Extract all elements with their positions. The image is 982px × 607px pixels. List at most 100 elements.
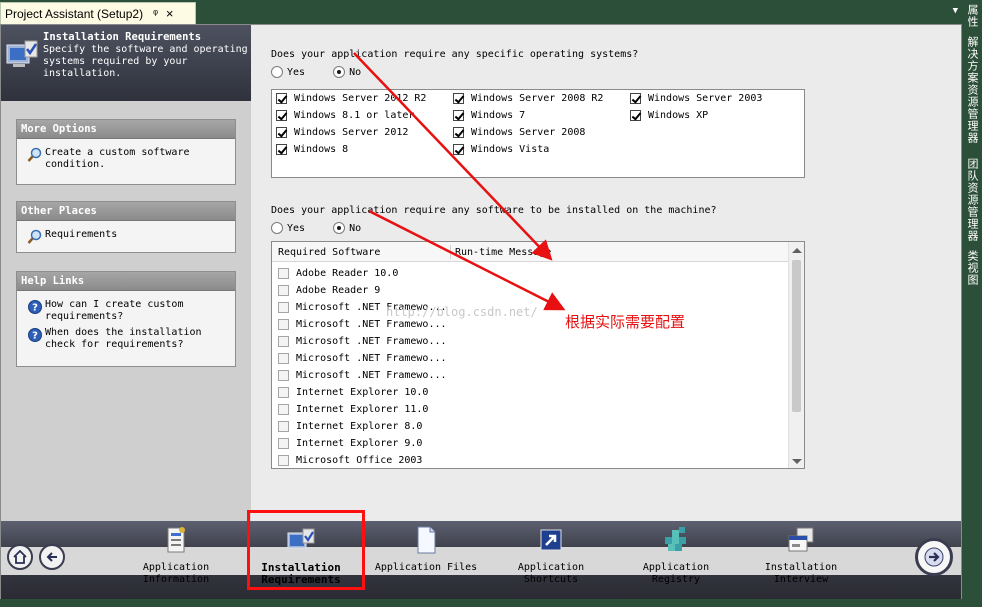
vertical-scrollbar[interactable] xyxy=(788,242,804,468)
table-row[interactable]: Microsoft .NET Framewo... xyxy=(278,336,447,347)
tab-project-assistant[interactable]: Project Assistant (Setup2) ᵠ × xyxy=(0,2,196,24)
checkbox[interactable] xyxy=(278,438,289,449)
os-yes-radio[interactable] xyxy=(271,66,283,78)
nav-label: Application Shortcuts xyxy=(517,562,585,585)
software-no-label[interactable]: No xyxy=(349,223,361,234)
table-row[interactable]: Adobe Reader 9 xyxy=(278,285,380,296)
tab-dropdown-icon[interactable]: ▼ xyxy=(953,6,958,16)
os-label: Windows Server 2003 xyxy=(648,93,763,104)
table-row[interactable]: Internet Explorer 8.0 xyxy=(278,421,422,432)
panel-title: More Options xyxy=(17,120,235,139)
checkbox[interactable] xyxy=(278,302,289,313)
column-divider[interactable] xyxy=(450,245,451,259)
os-item[interactable]: Windows Server 2012 xyxy=(276,127,408,138)
application-registry-icon xyxy=(665,527,686,551)
home-button[interactable] xyxy=(7,544,33,570)
checkbox[interactable] xyxy=(453,110,464,121)
software-name: Microsoft .NET Framewo... xyxy=(296,336,447,347)
back-button[interactable] xyxy=(39,544,65,570)
checkbox[interactable] xyxy=(276,93,287,104)
os-no-label[interactable]: No xyxy=(349,67,361,78)
close-tab-icon[interactable]: × xyxy=(166,6,174,21)
table-row[interactable]: Internet Explorer 10.0 xyxy=(278,387,428,398)
checkbox[interactable] xyxy=(278,319,289,330)
checkbox[interactable] xyxy=(278,285,289,296)
checkbox[interactable] xyxy=(453,144,464,155)
help-link-check-timing[interactable]: ? When does the installation check for r… xyxy=(17,327,235,351)
os-item[interactable]: Windows 8 xyxy=(276,144,348,155)
link-label: Requirements xyxy=(45,229,118,240)
checkbox[interactable] xyxy=(278,404,289,415)
link-label: Create a custom software condition. xyxy=(45,147,190,170)
software-name: Microsoft .NET Framewo... xyxy=(296,319,447,330)
os-label: Windows 8.1 or later xyxy=(294,110,415,121)
tab-solution-explorer[interactable]: 解决方案资源管理器 xyxy=(966,36,979,144)
software-no-radio[interactable] xyxy=(333,222,346,234)
tab-properties[interactable]: 属性 xyxy=(966,4,979,28)
checkbox[interactable] xyxy=(276,144,287,155)
scroll-thumb[interactable] xyxy=(792,260,801,412)
checkbox[interactable] xyxy=(276,110,287,121)
next-button[interactable] xyxy=(915,538,953,576)
os-item[interactable]: Windows 7 xyxy=(453,110,525,121)
table-row[interactable]: Internet Explorer 11.0 xyxy=(278,404,428,415)
os-item[interactable]: Windows XP xyxy=(630,110,708,121)
scroll-down-icon[interactable] xyxy=(792,459,802,464)
application-shortcuts-icon xyxy=(540,529,562,551)
checkbox[interactable] xyxy=(278,421,289,432)
requirements-link[interactable]: Requirements xyxy=(17,229,235,244)
checkbox[interactable] xyxy=(453,127,464,138)
os-item[interactable]: Windows Vista xyxy=(453,144,549,155)
nav-application-files[interactable]: Application Files xyxy=(371,525,481,574)
checkbox[interactable] xyxy=(276,127,287,138)
annotation-text: 根据实际需要配置 xyxy=(565,313,686,331)
os-item[interactable]: Windows Server 2008 xyxy=(453,127,585,138)
next-arrow-icon xyxy=(924,547,944,567)
table-row[interactable]: Microsoft .NET Framewo... xyxy=(278,319,447,330)
nav-installation-interview[interactable]: Installation Interview xyxy=(746,525,856,586)
os-item[interactable]: Windows Server 2008 R2 xyxy=(453,93,603,104)
os-item[interactable]: Windows 8.1 or later xyxy=(276,110,414,121)
table-row[interactable]: Microsoft .NET Framewo... xyxy=(278,370,447,381)
nav-application-shortcuts[interactable]: Application Shortcuts xyxy=(496,525,606,586)
nav-application-registry[interactable]: Application Registry xyxy=(621,525,731,586)
os-item[interactable]: Windows Server 2012 R2 xyxy=(276,93,426,104)
table-row[interactable]: Adobe Reader 10.0 xyxy=(278,268,398,279)
scroll-up-icon[interactable] xyxy=(792,248,802,253)
checkbox[interactable] xyxy=(453,93,464,104)
help-icon: ? xyxy=(28,328,42,342)
os-label: Windows 7 xyxy=(471,110,526,121)
checkbox[interactable] xyxy=(278,387,289,398)
table-row[interactable]: Microsoft .NET Framewo... xyxy=(278,353,447,364)
pin-icon[interactable]: ᵠ xyxy=(153,8,158,20)
checkbox[interactable] xyxy=(630,93,641,104)
software-name: Microsoft .NET Framewo... xyxy=(296,353,447,364)
column-header-runtime-message[interactable]: Run-time Message xyxy=(455,247,551,258)
table-row[interactable]: Microsoft Office 2003 xyxy=(278,455,422,466)
page-description: Specify the software and operating syste… xyxy=(43,44,248,79)
magnifier-icon xyxy=(27,229,42,244)
create-condition-link[interactable]: Create a custom software condition. xyxy=(17,147,235,171)
checkbox[interactable] xyxy=(278,268,289,279)
software-name: Internet Explorer 10.0 xyxy=(296,387,429,398)
help-link-custom-requirements[interactable]: ? How can I create custom requirements? xyxy=(17,299,235,323)
os-yes-label[interactable]: Yes xyxy=(287,67,305,78)
software-yes-label[interactable]: Yes xyxy=(287,223,305,234)
checkbox[interactable] xyxy=(278,455,289,466)
table-row[interactable]: Internet Explorer 9.0 xyxy=(278,438,422,449)
os-item[interactable]: Windows Server 2003 xyxy=(630,93,762,104)
checkbox[interactable] xyxy=(278,353,289,364)
checkbox[interactable] xyxy=(630,110,641,121)
column-header-required-software[interactable]: Required Software xyxy=(278,247,380,258)
os-label: Windows Server 2012 xyxy=(294,127,409,138)
checkbox[interactable] xyxy=(278,336,289,347)
tab-title: Project Assistant (Setup2) xyxy=(5,6,144,21)
checkbox[interactable] xyxy=(278,370,289,381)
nav-label: Application Registry xyxy=(642,562,710,585)
help-icon: ? xyxy=(28,300,42,314)
tab-team-explorer[interactable]: 团队资源管理器 xyxy=(966,158,979,242)
software-yes-radio[interactable] xyxy=(271,222,283,234)
os-no-radio[interactable] xyxy=(333,66,346,78)
tab-class-view[interactable]: 类视图 xyxy=(966,250,979,286)
nav-application-information[interactable]: Application Information xyxy=(121,525,231,586)
